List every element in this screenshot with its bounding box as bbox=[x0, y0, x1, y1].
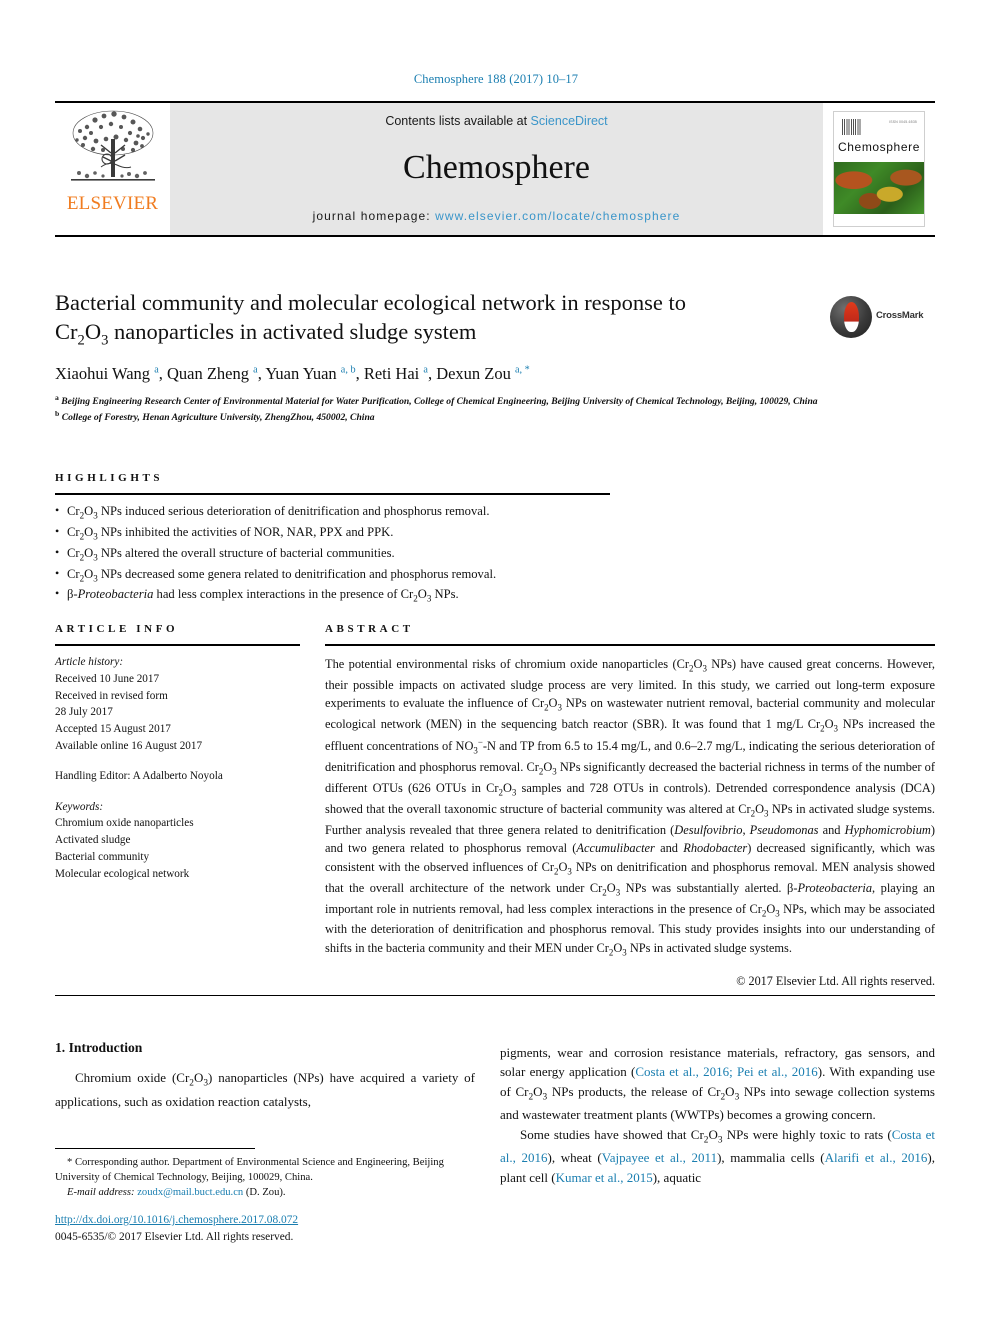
abstract-copyright: © 2017 Elsevier Ltd. All rights reserved… bbox=[736, 973, 935, 988]
cover-issn-tag: ISSN 0045-6535 bbox=[889, 120, 917, 124]
journal-cover-block: ISSN 0045-6535 Chemosphere bbox=[823, 103, 935, 235]
journal-title: Chemosphere bbox=[403, 148, 590, 186]
contents-available-line: Contents lists available at ScienceDirec… bbox=[385, 114, 607, 128]
elsevier-tree-icon bbox=[70, 110, 155, 181]
intro-paragraph-right-1: pigments, wear and corrosion resistance … bbox=[500, 1045, 935, 1123]
issn-copyright-line: 0045-6535/© 2017 Elsevier Ltd. All right… bbox=[55, 1230, 294, 1243]
homepage-url-link[interactable]: www.elsevier.com/locate/chemosphere bbox=[435, 209, 680, 223]
highlights-list: Cr2O3 NPs induced serious deterioration … bbox=[55, 501, 610, 606]
affiliation-a: a Beijing Engineering Research Center of… bbox=[55, 392, 818, 407]
doi-link[interactable]: http://dx.doi.org/10.1016/j.chemosphere.… bbox=[55, 1212, 485, 1229]
article-page: Chemosphere 188 (2017) 10–17 ELSEVIER Co… bbox=[0, 0, 992, 1323]
citation-link[interactable]: Alarifi et al., 2016 bbox=[825, 1150, 928, 1165]
highlight-item: Cr2O3 NPs altered the overall structure … bbox=[55, 543, 610, 565]
cover-footer-band bbox=[834, 214, 924, 226]
running-head: Chemosphere 188 (2017) 10–17 bbox=[413, 72, 579, 86]
title-line-1: Bacterial community and molecular ecolog… bbox=[55, 290, 687, 315]
intro-paragraph-left: Chromium oxide (Cr2O3) nanoparticles (NP… bbox=[55, 1070, 476, 1109]
crossmark-label: CrossMark bbox=[876, 310, 924, 321]
section-divider bbox=[55, 995, 935, 996]
highlights-section: HIGHLIGHTS Cr2O3 NPs induced serious det… bbox=[55, 472, 610, 606]
article-info-heading: ARTICLE INFO bbox=[55, 623, 179, 635]
homepage-prefix: journal homepage: bbox=[312, 209, 436, 223]
email-link[interactable]: zoudx@mail.buct.edu.cn bbox=[137, 1187, 243, 1198]
article-history-label: Article history: bbox=[55, 656, 124, 668]
masthead-center: Contents lists available at ScienceDirec… bbox=[170, 103, 823, 235]
doi-block: http://dx.doi.org/10.1016/j.chemosphere.… bbox=[55, 1212, 485, 1245]
highlight-item: β-Proteobacteria had less complex intera… bbox=[55, 584, 610, 606]
sciencedirect-link[interactable]: ScienceDirect bbox=[531, 114, 608, 128]
highlight-item: Cr2O3 NPs decreased some genera related … bbox=[55, 564, 610, 586]
footnote-divider bbox=[55, 1148, 255, 1149]
highlight-item: Cr2O3 NPs inhibited the activities of NO… bbox=[55, 522, 610, 544]
revised-label: Received in revised form bbox=[55, 689, 168, 702]
body-column-right: pigments, wear and corrosion resistance … bbox=[500, 1043, 935, 1187]
handling-editor: Handling Editor: A Adalberto Noyola bbox=[55, 769, 223, 782]
elsevier-wordmark: ELSEVIER bbox=[66, 193, 159, 214]
revised-date: 28 July 2017 bbox=[55, 706, 113, 719]
highlights-divider bbox=[55, 493, 610, 495]
abstract-heading: ABSTRACT bbox=[325, 623, 414, 635]
cover-photo bbox=[834, 162, 924, 214]
affiliation-b: b College of Forestry, Henan Agriculture… bbox=[55, 408, 375, 423]
barcode-icon bbox=[842, 119, 862, 135]
page-title: Bacterial community and molecular ecolog… bbox=[55, 288, 810, 351]
email-owner: (D. Zou). bbox=[245, 1187, 286, 1199]
title-line-2: Cr2O3 nanoparticles in activated sludge … bbox=[55, 319, 477, 349]
citation-link[interactable]: Kumar et al., 2015 bbox=[556, 1170, 653, 1185]
affiliations: a Beijing Engineering Research Center of… bbox=[55, 393, 845, 425]
journal-masthead: ELSEVIER Contents lists available at Sci… bbox=[55, 101, 935, 237]
corresponding-author-note: * Corresponding author. Department of En… bbox=[55, 1157, 444, 1184]
crossmark-icon bbox=[830, 296, 872, 338]
cover-journal-title: Chemosphere bbox=[838, 140, 920, 154]
journal-homepage-line: journal homepage: www.elsevier.com/locat… bbox=[313, 209, 681, 223]
contents-prefix: Contents lists available at bbox=[385, 114, 531, 128]
abstract-divider bbox=[325, 644, 935, 646]
keyword-item: Chromium oxide nanoparticles bbox=[55, 817, 194, 830]
abstract-text: The potential environmental risks of chr… bbox=[325, 657, 935, 958]
keyword-item: Molecular ecological network bbox=[55, 867, 190, 880]
crossmark-badge[interactable]: CrossMark bbox=[830, 296, 935, 338]
keywords-block: Keywords: Chromium oxide nanoparticles A… bbox=[55, 799, 300, 883]
article-info-section: ARTICLE INFO Article history: Received 1… bbox=[55, 623, 300, 883]
received-date: Received 10 June 2017 bbox=[55, 672, 160, 685]
crossmark-inner-shape bbox=[843, 302, 859, 332]
body-column-left: 1. Introduction Chromium oxide (Cr2O3) n… bbox=[55, 1040, 475, 1111]
available-online-date: Available online 16 August 2017 bbox=[55, 739, 203, 752]
section-heading-introduction: 1. Introduction bbox=[55, 1040, 143, 1055]
citation-link[interactable]: Costa et al., 2016; Pei et al., 2016 bbox=[635, 1064, 817, 1079]
highlights-heading: HIGHLIGHTS bbox=[55, 472, 164, 484]
intro-paragraph-right-2: Some studies have showed that Cr2O3 NPs … bbox=[500, 1126, 936, 1185]
citation-link[interactable]: Vajpayee et al., 2011 bbox=[602, 1150, 717, 1165]
keywords-label: Keywords: bbox=[55, 800, 104, 813]
author-list: Xiaohui Wang a, Quan Zheng a, Yuan Yuan … bbox=[55, 363, 530, 383]
accepted-date: Accepted 15 August 2017 bbox=[55, 723, 171, 736]
article-history-block: Article history: Received 10 June 2017 R… bbox=[55, 654, 300, 883]
email-address-label: E-mail address: bbox=[67, 1187, 135, 1199]
elsevier-logo: ELSEVIER bbox=[55, 103, 170, 235]
journal-cover-thumbnail: ISSN 0045-6535 Chemosphere bbox=[833, 111, 925, 227]
keyword-item: Bacterial community bbox=[55, 850, 150, 863]
highlight-item: Cr2O3 NPs induced serious deterioration … bbox=[55, 501, 610, 523]
article-info-divider bbox=[55, 644, 300, 646]
email-note: E-mail address: zoudx@mail.buct.edu.cn (… bbox=[55, 1185, 485, 1200]
abstract-section: ABSTRACT The potential environmental ris… bbox=[325, 623, 935, 989]
title-block: Bacterial community and molecular ecolog… bbox=[55, 288, 935, 424]
keyword-item: Activated sludge bbox=[55, 834, 131, 847]
footnote-block: * Corresponding author. Department of En… bbox=[55, 1155, 485, 1200]
